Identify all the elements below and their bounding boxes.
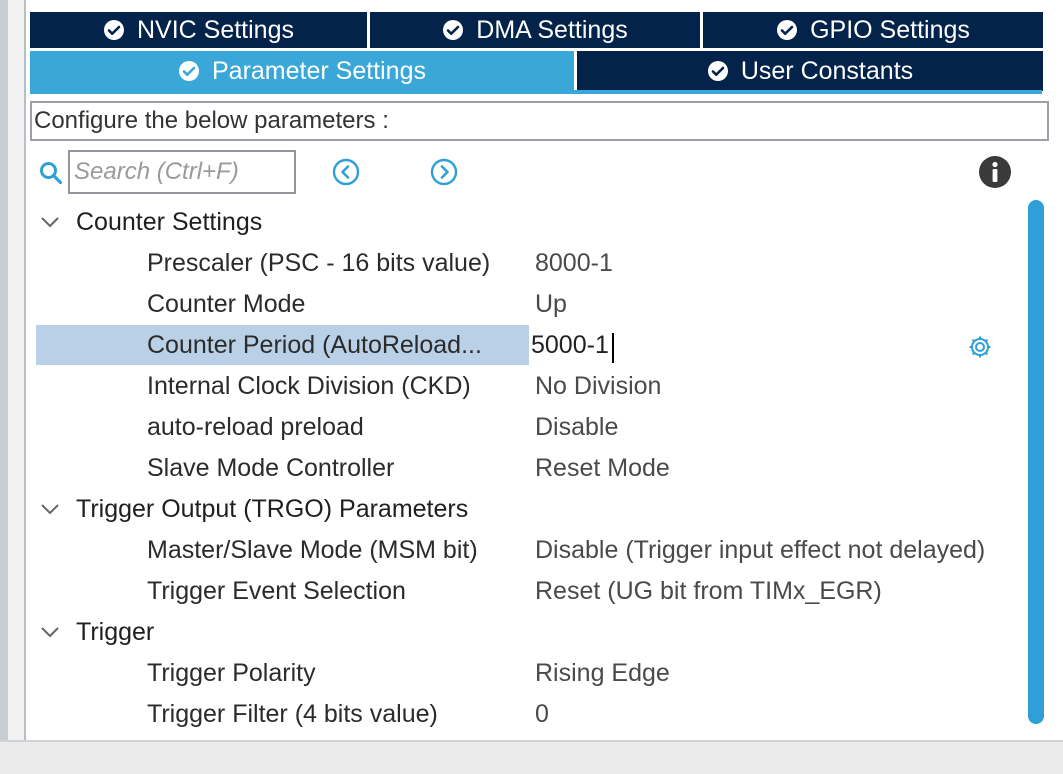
info-icon[interactable] <box>978 155 1012 189</box>
param-row-auto-reload-preload[interactable]: auto-reload preload Disable <box>36 407 1026 447</box>
text-cursor <box>612 333 614 363</box>
chevron-down-icon <box>41 627 59 638</box>
tab-label: Parameter Settings <box>212 56 426 85</box>
param-name: Prescaler (PSC - 16 bits value) <box>147 249 491 277</box>
param-value: Disable (Trigger input effect not delaye… <box>535 536 986 564</box>
param-name: Slave Mode Controller <box>147 454 395 482</box>
param-value: Reset (UG bit from TIMx_EGR) <box>535 577 882 605</box>
left-panel-edge <box>0 0 8 740</box>
param-name: Counter Period (AutoReload... <box>147 331 482 359</box>
param-name: Counter Mode <box>147 290 306 318</box>
tab-dma-settings[interactable]: DMA Settings <box>370 12 700 48</box>
gear-icon[interactable] <box>967 334 993 360</box>
tab-label: NVIC Settings <box>136 15 294 44</box>
param-row-prescaler[interactable]: Prescaler (PSC - 16 bits value) 8000-1 <box>36 243 1026 283</box>
chevron-down-icon <box>41 217 59 228</box>
param-value: Disable <box>535 413 619 441</box>
param-name: Internal Clock Division (CKD) <box>147 372 471 400</box>
tab-label: GPIO Settings <box>810 15 970 44</box>
param-name: Trigger Polarity <box>147 659 316 687</box>
param-value: 0 <box>535 700 549 728</box>
search-icon <box>40 162 63 185</box>
param-row-trigger-filter[interactable]: Trigger Filter (4 bits value) 0 <box>36 694 1026 734</box>
chevron-down-icon <box>41 504 59 515</box>
param-value: No Division <box>535 372 662 400</box>
check-circle-icon <box>443 20 464 40</box>
instruction-text: Configure the below parameters : <box>30 101 1049 141</box>
check-circle-icon <box>179 61 199 81</box>
tab-gpio-settings[interactable]: GPIO Settings <box>703 12 1043 48</box>
param-value: Up <box>535 290 567 318</box>
tab-nvic-settings[interactable]: NVIC Settings <box>30 12 367 48</box>
tab-label: DMA Settings <box>476 15 628 44</box>
param-row-trigger-polarity[interactable]: Trigger Polarity Rising Edge <box>36 653 1026 693</box>
tab-underline <box>30 90 1042 94</box>
check-circle-icon <box>777 20 798 40</box>
param-row-slave-mode[interactable]: Slave Mode Controller Reset Mode <box>36 448 1026 488</box>
param-row-trigger-event[interactable]: Trigger Event Selection Reset (UG bit fr… <box>36 571 1026 611</box>
group-label: Trigger <box>76 617 155 646</box>
vertical-scrollbar[interactable] <box>1028 200 1044 724</box>
group-counter-settings[interactable]: Counter Settings <box>38 202 262 242</box>
tab-label: User Constants <box>740 56 914 85</box>
check-circle-icon <box>707 61 728 81</box>
param-name: Master/Slave Mode (MSM bit) <box>147 536 478 564</box>
check-circle-icon <box>103 20 124 40</box>
param-name: auto-reload preload <box>147 413 364 441</box>
chevron-right-circle-icon[interactable] <box>430 158 458 186</box>
param-name: Trigger Event Selection <box>147 577 406 605</box>
param-value: 8000-1 <box>535 249 613 277</box>
tab-user-constants[interactable]: User Constants <box>577 51 1043 91</box>
tab-parameter-settings[interactable]: Parameter Settings <box>30 51 574 91</box>
group-trigger-output[interactable]: Trigger Output (TRGO) Parameters <box>38 489 468 529</box>
search-input[interactable] <box>68 150 296 194</box>
param-row-master-slave-mode[interactable]: Master/Slave Mode (MSM bit) Disable (Tri… <box>36 530 1026 570</box>
counter-period-input[interactable] <box>531 326 911 364</box>
param-name: Trigger Filter (4 bits value) <box>147 700 438 728</box>
group-label: Counter Settings <box>76 207 263 236</box>
param-value: Reset Mode <box>535 454 670 482</box>
param-row-clock-division[interactable]: Internal Clock Division (CKD) No Divisio… <box>36 366 1026 406</box>
param-value: Rising Edge <box>535 659 670 687</box>
group-label: Trigger Output (TRGO) Parameters <box>76 494 469 523</box>
param-row-counter-mode[interactable]: Counter Mode Up <box>36 284 1026 324</box>
bottom-bar <box>0 740 1063 774</box>
group-trigger[interactable]: Trigger <box>38 612 154 652</box>
chevron-left-circle-icon[interactable] <box>332 158 360 186</box>
param-row-counter-period[interactable]: Counter Period (AutoReload... <box>36 325 1026 365</box>
